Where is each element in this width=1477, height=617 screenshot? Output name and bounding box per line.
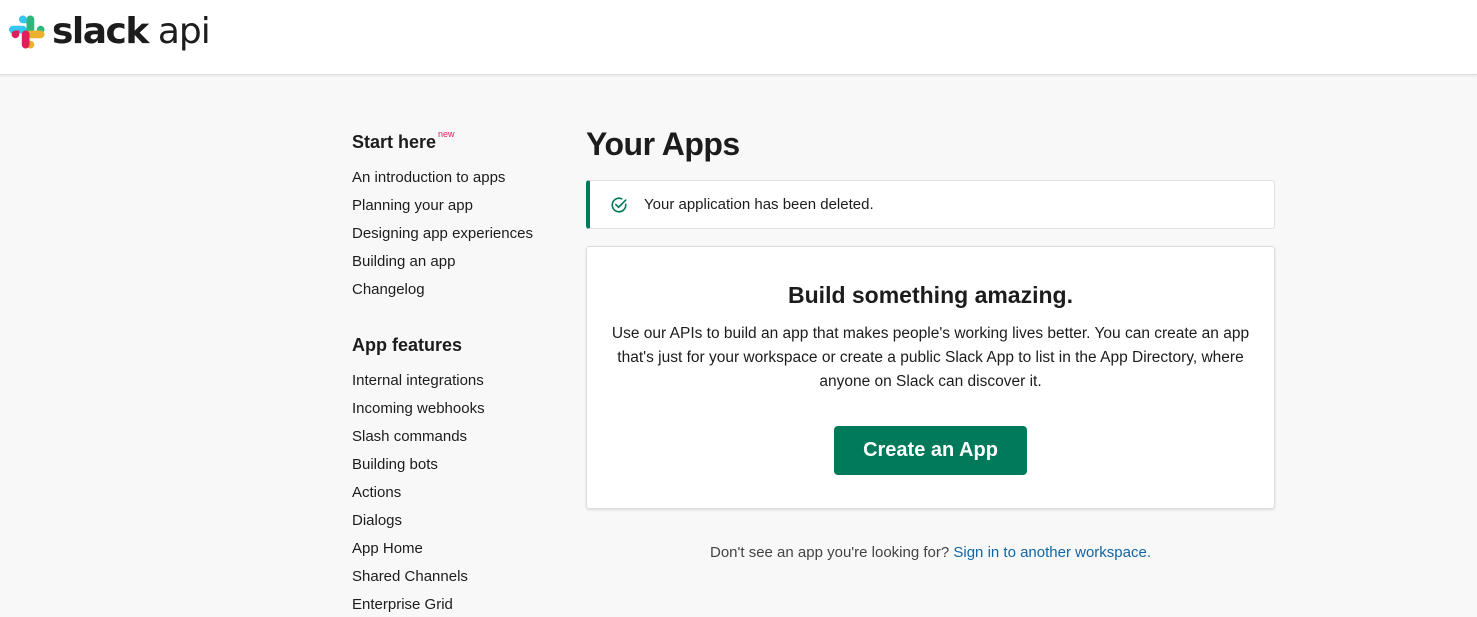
sidebar-start-list: An introduction to apps Planning your ap… — [352, 164, 552, 304]
sidebar-heading-app-features: App features — [352, 335, 463, 355]
sidebar-item-planning[interactable]: Planning your app — [352, 192, 552, 220]
check-circle-icon — [611, 196, 627, 213]
sign-in-workspace-link[interactable]: Sign in to another workspace. — [953, 544, 1151, 561]
sidebar-item-building-app[interactable]: Building an app — [352, 248, 552, 276]
create-app-button[interactable]: Create an App — [834, 426, 1027, 475]
sidebar-item-enterprise-grid[interactable]: Enterprise Grid — [352, 591, 552, 617]
sidebar-features-list: Internal integrations Incoming webhooks … — [352, 367, 552, 617]
sidebar-item-introduction[interactable]: An introduction to apps — [352, 164, 552, 192]
slack-logo-icon — [9, 15, 45, 49]
sidebar-heading-start-here: Start here new — [352, 126, 552, 154]
card-title: Build something amazing. — [788, 282, 1073, 308]
success-alert: Your application has been deleted. — [586, 180, 1275, 229]
sidebar-item-designing[interactable]: Designing app experiences — [352, 220, 552, 248]
sidebar-item-changelog[interactable]: Changelog — [352, 276, 552, 304]
sidebar-heading-label: Start here — [352, 132, 437, 152]
main-content: Your Apps Your application has been dele… — [586, 124, 1275, 561]
logo-word-api: api — [157, 11, 211, 52]
card-description: Use our APIs to build an app that makes … — [611, 325, 1250, 390]
build-card: Build something amazing. Use our APIs to… — [586, 246, 1275, 509]
workspace-prompt-text: Don't see an app you're looking for? — [709, 544, 950, 561]
slack-api-logo[interactable]: slack api — [9, 11, 211, 52]
new-badge: new — [438, 129, 455, 139]
sidebar-item-shared-channels[interactable]: Shared Channels — [352, 563, 552, 591]
sidebar-item-slash-commands[interactable]: Slash commands — [352, 423, 552, 451]
sidebar-item-actions[interactable]: Actions — [352, 479, 552, 507]
sidebar: Start here new An introduction to apps Pl… — [352, 126, 552, 617]
sidebar-item-building-bots[interactable]: Building bots — [352, 451, 552, 479]
workspace-prompt: Don't see an app you're looking for? Sig… — [586, 544, 1275, 561]
page-title: Your Apps — [586, 126, 740, 162]
top-bar: slack api — [0, 0, 1477, 75]
logo-word-slack: slack — [52, 11, 149, 52]
sidebar-item-app-home[interactable]: App Home — [352, 535, 552, 563]
sidebar-item-internal-integrations[interactable]: Internal integrations — [352, 367, 552, 395]
sidebar-item-dialogs[interactable]: Dialogs — [352, 507, 552, 535]
sidebar-item-incoming-webhooks[interactable]: Incoming webhooks — [352, 395, 552, 423]
alert-message: Your application has been deleted. — [644, 196, 874, 213]
